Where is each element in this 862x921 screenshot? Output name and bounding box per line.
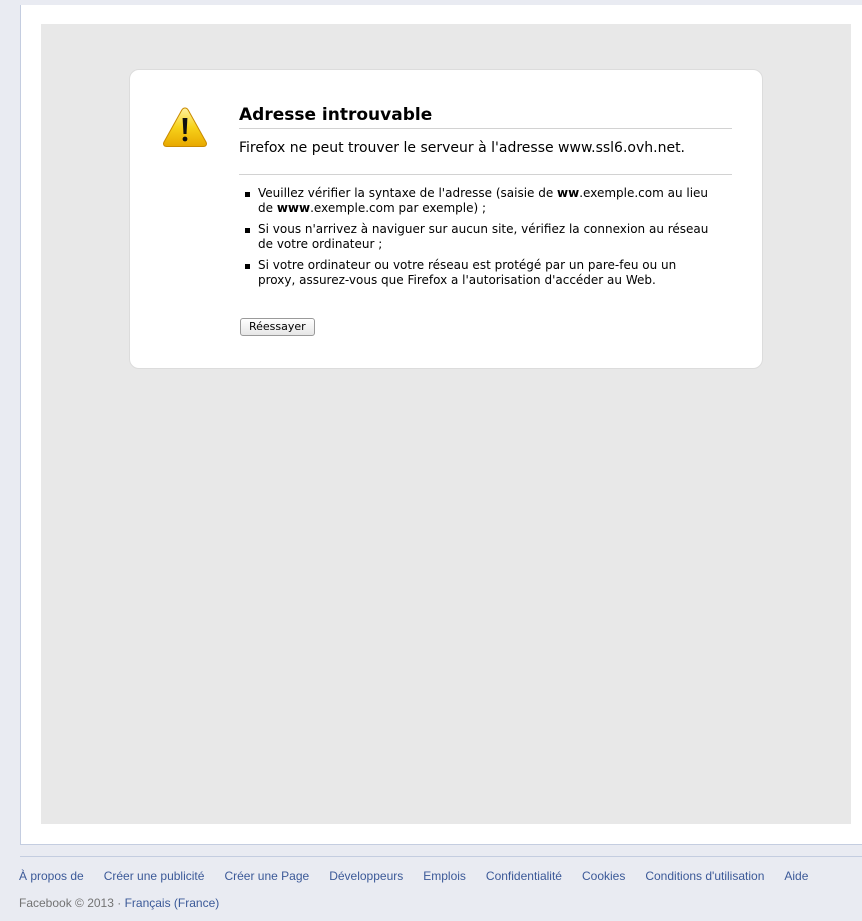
retry-button[interactable]: Réessayer [240,318,315,336]
footer-link-careers[interactable]: Emplois [423,869,466,883]
footer-divider [20,856,862,857]
list-item: Si votre ordinateur ou votre réseau est … [243,258,713,288]
page: Adresse introuvable Firefox ne peut trou… [0,0,862,921]
list-item: Veuillez vérifier la syntaxe de l'adress… [243,186,713,216]
bullet-icon [245,192,250,197]
footer-link-create-page[interactable]: Créer une Page [224,869,309,883]
bullet-icon [245,228,250,233]
error-box: Adresse introuvable Firefox ne peut trou… [129,69,763,369]
footer-copyright: Facebook © 2013 · Français (France) [19,896,220,910]
footer-links: À propos de Créer une publicité Créer une … [19,869,828,883]
warning-icon [163,107,207,147]
footer-link-create-ad[interactable]: Créer une publicité [104,869,205,883]
footer-link-privacy[interactable]: Confidentialité [486,869,562,883]
footer-link-help[interactable]: Aide [784,869,808,883]
footer-link-terms[interactable]: Conditions d'utilisation [645,869,764,883]
error-title: Adresse introuvable [239,104,732,129]
error-description: Firefox ne peut trouver le serveur à l'a… [239,138,732,175]
footer-link-cookies[interactable]: Cookies [582,869,625,883]
content-frame: Adresse introuvable Firefox ne peut trou… [20,5,862,845]
list-item: Si vous n'arrivez à naviguer sur aucun s… [243,222,713,252]
suggestion-list: Veuillez vérifier la syntaxe de l'adress… [243,186,713,294]
bullet-icon [245,264,250,269]
footer-link-about[interactable]: À propos de [19,869,84,883]
language-link[interactable]: Français (France) [125,896,220,910]
embedded-frame: Adresse introuvable Firefox ne peut trou… [41,24,851,824]
footer-link-developers[interactable]: Développeurs [329,869,403,883]
